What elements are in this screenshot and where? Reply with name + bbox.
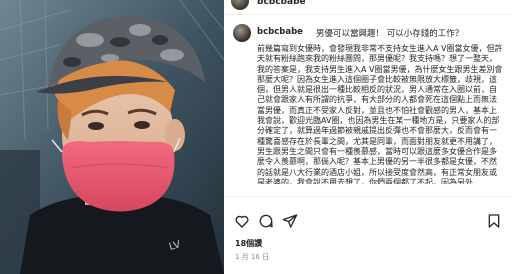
author-avatar[interactable] bbox=[231, 0, 249, 10]
action-bar bbox=[234, 213, 504, 229]
author-username[interactable]: bcbcbabe bbox=[257, 0, 306, 7]
post-header: bcbcbabe bbox=[224, 0, 512, 15]
caption-username[interactable]: bcbcbabe bbox=[257, 27, 303, 37]
post-photo[interactable]: LV bbox=[0, 0, 224, 274]
like-count[interactable]: 18個讚 bbox=[235, 238, 262, 249]
caption-text: 前幾篇寫到女優時，會發現我非常不支持女生進入A V圈當女優，但許天就有粉絲跑來我… bbox=[257, 44, 503, 184]
paper-plane-icon[interactable] bbox=[282, 213, 298, 229]
post-panel: bcbcbabe bcbcbabe 男優可以當興趣！ 可以小存錢的工作？ 前幾篇… bbox=[224, 0, 512, 274]
bookmark-icon[interactable] bbox=[486, 213, 502, 229]
comment-bubble-icon[interactable] bbox=[258, 213, 274, 229]
post-photo-illustration: LV bbox=[0, 0, 224, 274]
caption-title: 男優可以當興趣！ 可以小存錢的工作？ bbox=[316, 29, 464, 39]
divider bbox=[224, 196, 512, 197]
caption-avatar[interactable] bbox=[233, 24, 251, 42]
post-date[interactable]: 1 月 16 日 bbox=[235, 252, 269, 262]
heart-icon[interactable] bbox=[234, 213, 250, 229]
